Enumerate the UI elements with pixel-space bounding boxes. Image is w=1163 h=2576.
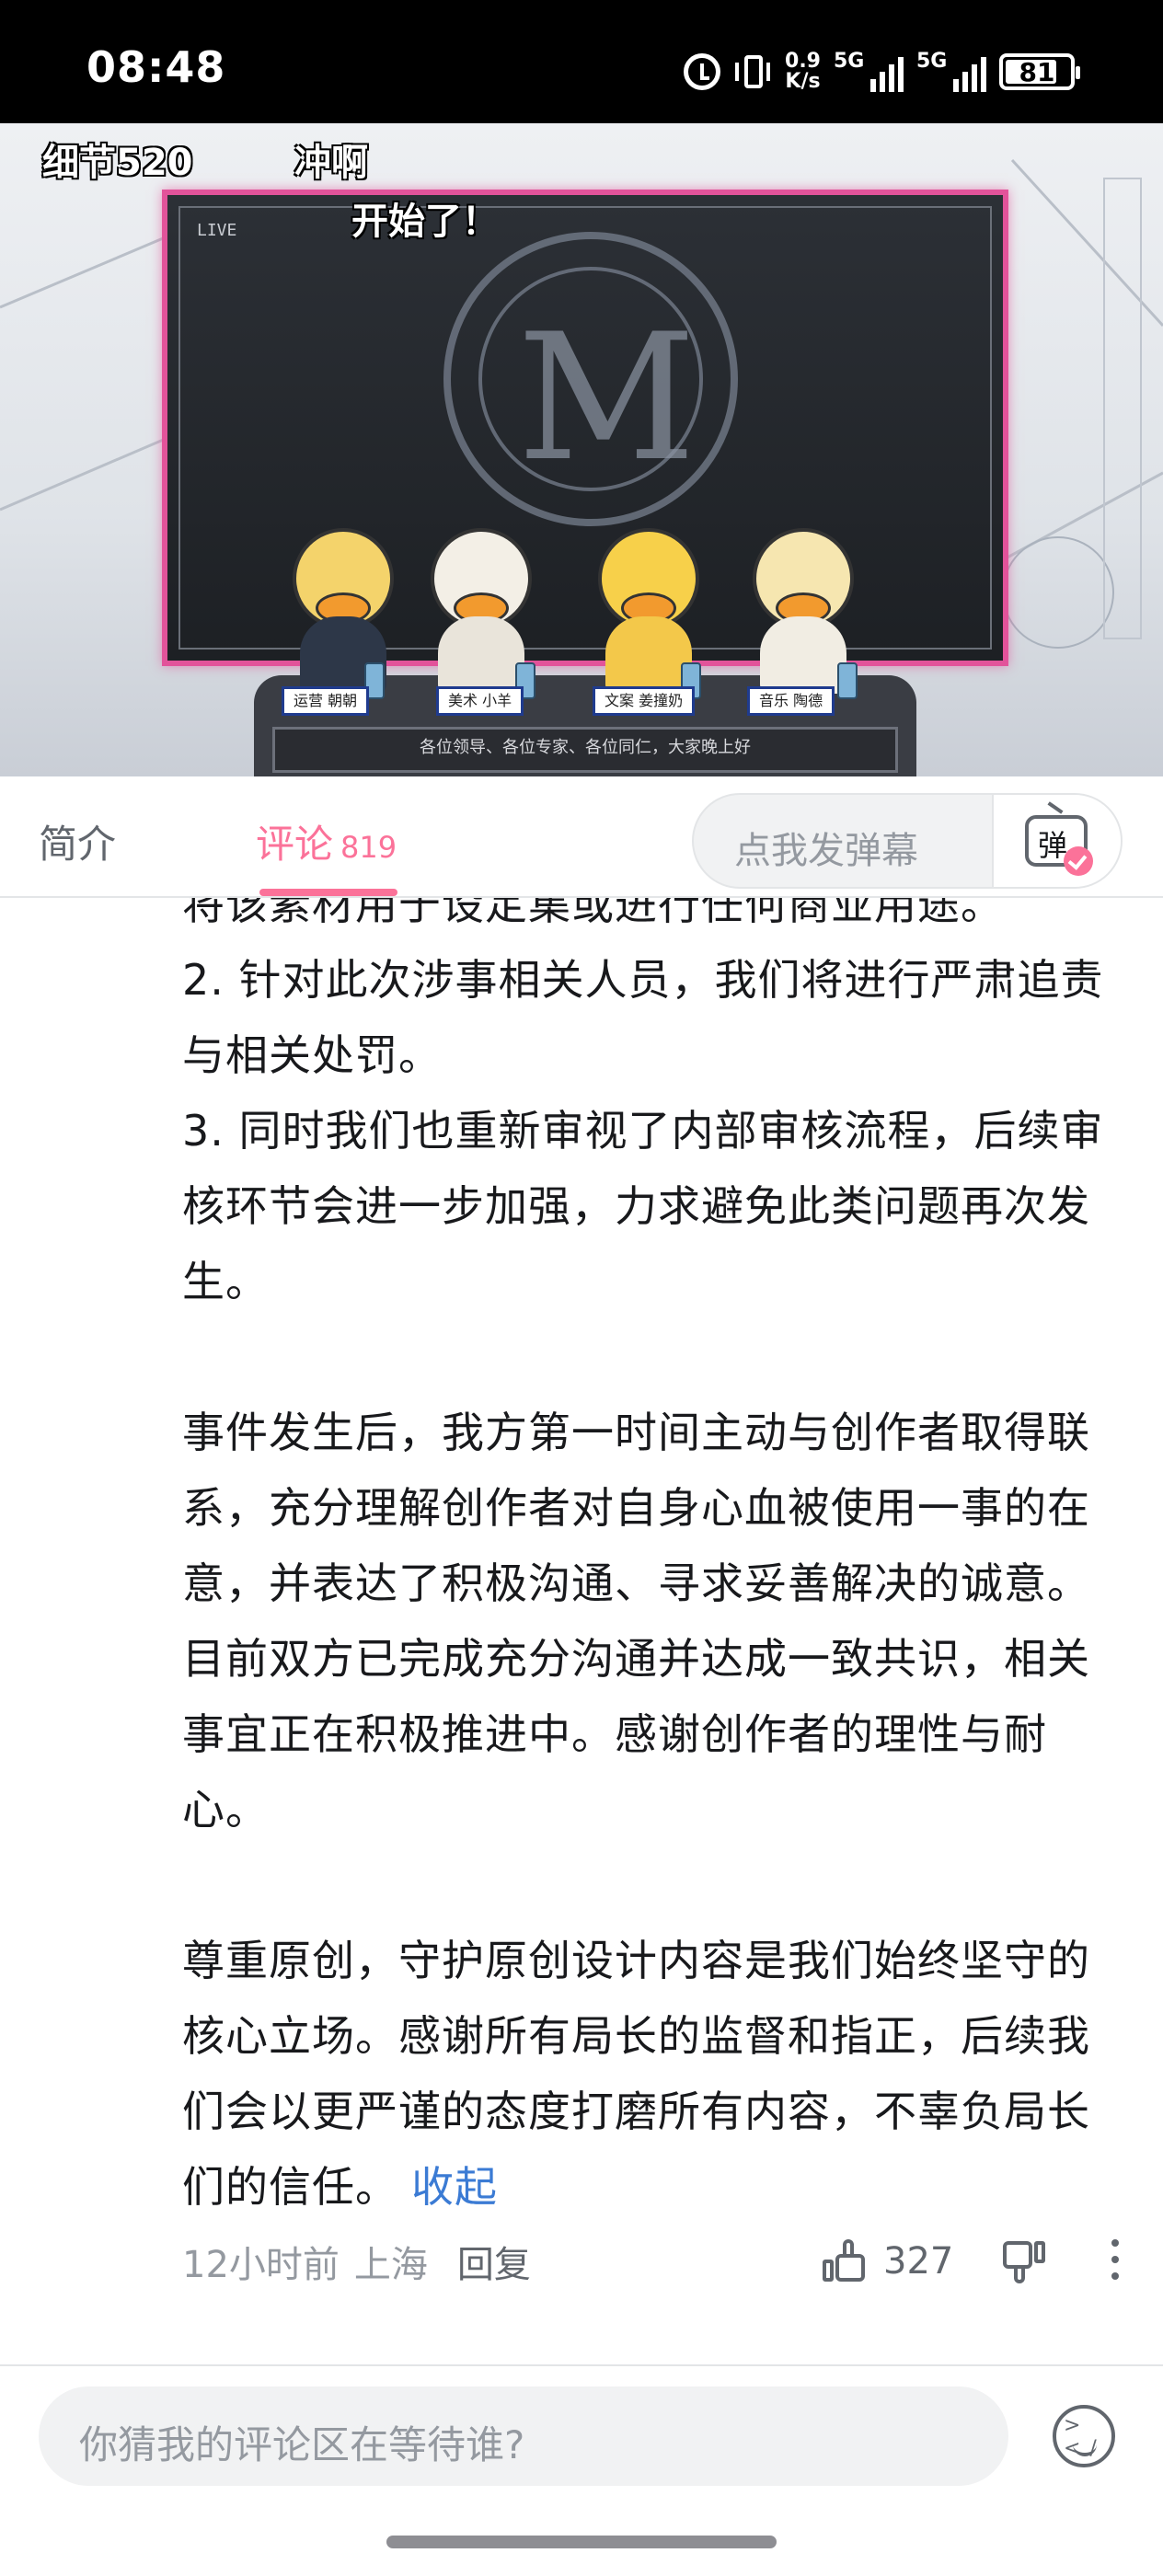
- active-tab-indicator: [259, 889, 397, 896]
- live-label: LIVE: [197, 221, 237, 240]
- more-options-icon[interactable]: [1110, 2234, 1121, 2285]
- comment-paragraph-last: 尊重原创，守护原创设计内容是我们始终坚守的核心立场。感谢所有局长的监督和指正，后…: [182, 1936, 1090, 2212]
- name-card: 文案 姜撞奶: [593, 686, 696, 716]
- comment-input-placeholder: 你猜我的评论区在等待谁?: [79, 2422, 525, 2467]
- danmaku-text: 细节520: [42, 142, 193, 184]
- comment-body: 将该素材用于设定集或进行任何商业用途。 2. 针对此次涉事相关人员，我们将进行严…: [182, 898, 1130, 2225]
- tab-intro[interactable]: 简介: [39, 813, 116, 869]
- emblem-letter: M: [517, 296, 697, 500]
- comment-input[interactable]: 你猜我的评论区在等待谁?: [39, 2386, 1008, 2486]
- comment-location: 上海: [353, 2244, 428, 2286]
- video-player[interactable]: LIVE M 运营 朝朝 美术 小羊 文案 姜撞奶 音乐 陶德 各位领导、各位专…: [0, 123, 1163, 776]
- emoji-icon[interactable]: [1053, 2405, 1115, 2467]
- character-1: [283, 528, 403, 694]
- reply-button[interactable]: 回复: [457, 2235, 531, 2288]
- danmaku-text: 开始了！: [351, 201, 499, 243]
- name-card: 运营 朝朝: [282, 686, 370, 716]
- comments-count: 819: [340, 830, 397, 865]
- danmaku-input[interactable]: 点我发弹幕 弹: [692, 793, 1123, 889]
- collapse-link[interactable]: 收起: [411, 2162, 498, 2212]
- comment-paragraph: 2. 针对此次涉事相关人员，我们将进行严肃追责与相关处罚。: [182, 955, 1104, 1080]
- danmaku-placeholder: 点我发弹幕: [734, 830, 918, 872]
- name-card: 美术 小羊: [436, 686, 524, 716]
- vibrate-icon: [733, 53, 772, 90]
- battery-icon: 81: [999, 53, 1080, 90]
- like-count: 327: [883, 2240, 954, 2283]
- check-icon: [1064, 846, 1093, 876]
- danmaku-toggle-button[interactable]: 弹: [992, 795, 1121, 887]
- status-icons: 0.9 K/s 5G 5G 81: [684, 48, 1080, 96]
- battery-level: 81: [1019, 56, 1055, 87]
- comment-time: 12小时前: [182, 2244, 340, 2286]
- network-speed-value: 0.9: [785, 50, 821, 73]
- comment-paragraph: 将该素材用于设定集或进行任何商业用途。: [182, 898, 1004, 929]
- signal-icon-2: 5G: [916, 50, 986, 92]
- signal-icon: 5G: [834, 50, 904, 92]
- desk-caption: 各位领导、各位专家、各位同仁，大家晚上好: [420, 738, 751, 757]
- comment-meta: 12小时前 上海 回复 327: [182, 2234, 1130, 2289]
- name-card: 音乐 陶德: [747, 686, 835, 716]
- status-time: 08:48: [86, 42, 226, 92]
- status-bar: 08:48 0.9 K/s 5G 5G 81: [0, 0, 1163, 123]
- home-indicator[interactable]: [386, 2536, 777, 2548]
- like-button[interactable]: 327: [823, 2239, 953, 2283]
- sim1-label: 5G: [834, 50, 865, 73]
- danmaku-text: 冲啊: [294, 142, 368, 184]
- tab-comments[interactable]: 评论 819: [256, 813, 397, 869]
- comment-paragraph: 事件发生后，我方第一时间主动与创作者取得联系，充分理解创作者对自身心血被使用一事…: [182, 1408, 1090, 1834]
- sim2-label: 5G: [916, 50, 948, 73]
- thumbs-up-icon: [823, 2239, 867, 2283]
- thumbs-down-icon: [1001, 2239, 1045, 2283]
- network-speed-unit: K/s: [785, 70, 821, 93]
- tab-comments-label: 评论: [256, 822, 334, 867]
- dislike-button[interactable]: [1001, 2239, 1045, 2283]
- mug: [837, 662, 858, 699]
- comment-paragraph: 3. 同时我们也重新审视了内部审核流程，后续审核环节会进一步加强，力求避免此类问…: [182, 1106, 1104, 1306]
- comment-item: 将该素材用于设定集或进行任何商业用途。 2. 针对此次涉事相关人员，我们将进行严…: [0, 898, 1163, 2364]
- alarm-icon: [684, 53, 721, 90]
- bottom-bar: 你猜我的评论区在等待谁?: [0, 2364, 1163, 2576]
- network-speed: 0.9 K/s: [785, 52, 821, 92]
